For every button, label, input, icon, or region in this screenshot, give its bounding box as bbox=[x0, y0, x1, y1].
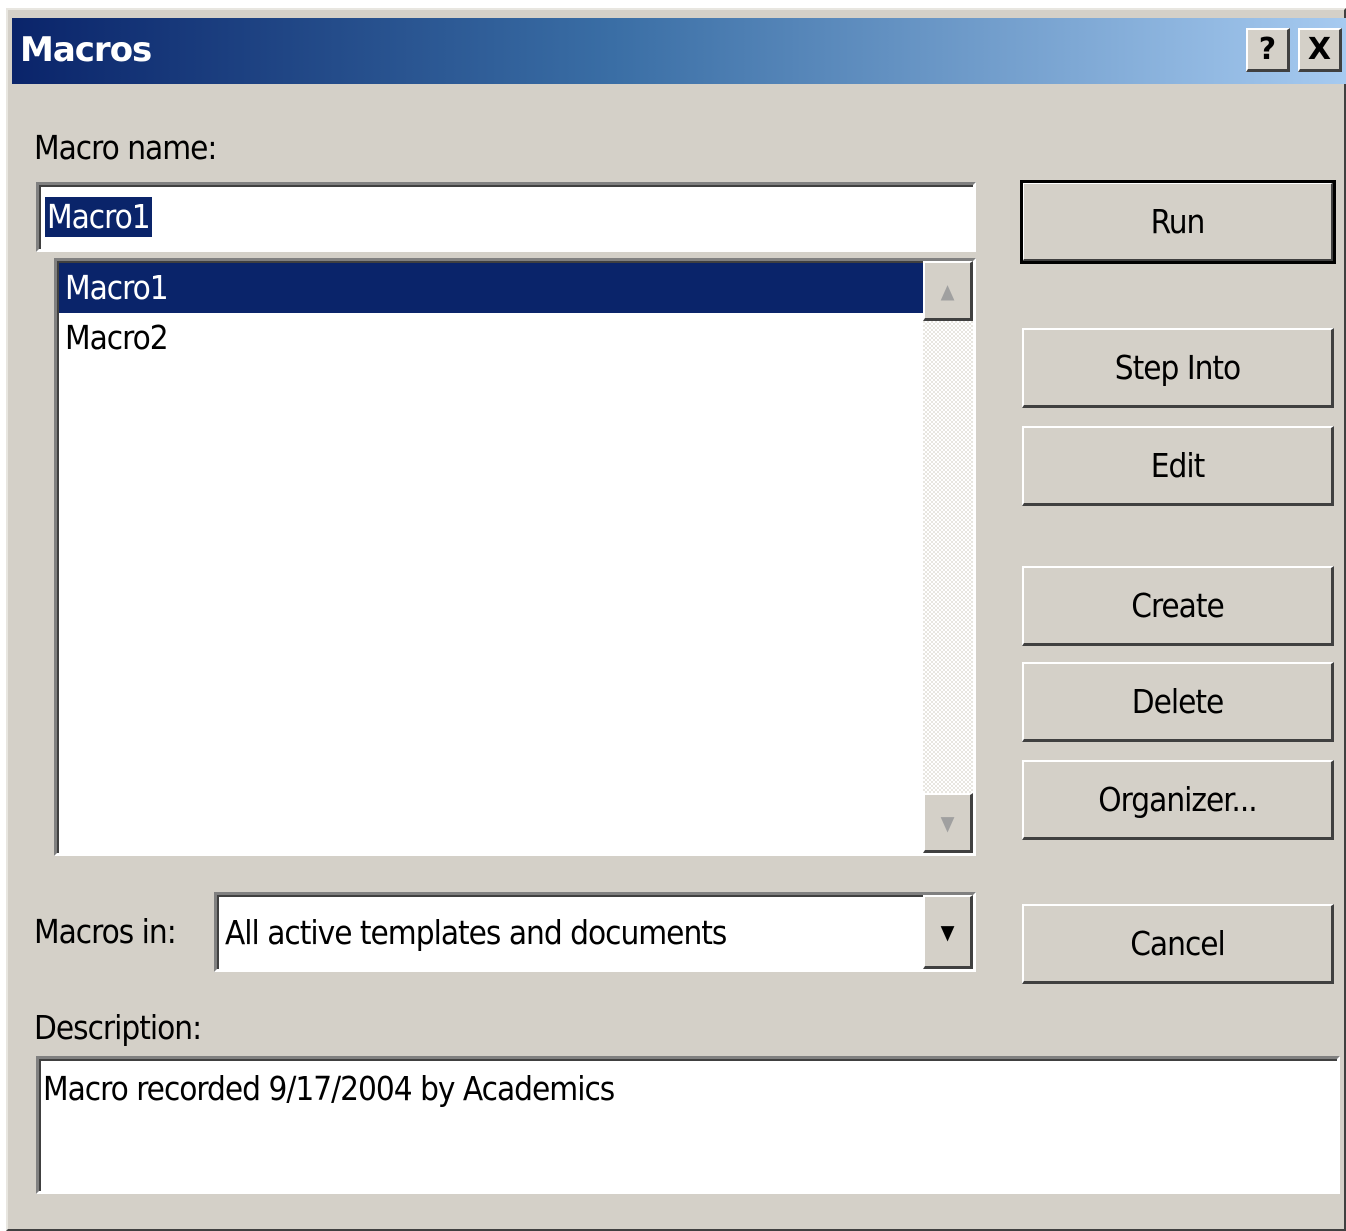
vertical-scrollbar[interactable]: ▲ ▼ bbox=[923, 261, 973, 853]
list-item[interactable]: Macro1 bbox=[59, 263, 923, 313]
macros-in-value: All active templates and documents bbox=[225, 913, 727, 952]
macro-name-label: Macro name: bbox=[34, 128, 217, 167]
delete-button[interactable]: Delete bbox=[1022, 662, 1334, 742]
description-label: Description: bbox=[34, 1008, 202, 1047]
list-item[interactable]: Macro2 bbox=[59, 313, 923, 363]
help-button[interactable]: ? bbox=[1246, 28, 1290, 72]
organizer-button[interactable]: Organizer... bbox=[1022, 760, 1334, 840]
arrow-down-icon[interactable]: ▼ bbox=[923, 793, 973, 853]
macros-in-select[interactable]: All active templates and documents ▼ bbox=[214, 892, 976, 972]
edit-button[interactable]: Edit bbox=[1022, 426, 1334, 506]
window-title: Macros bbox=[20, 30, 152, 70]
description-value: Macro recorded 9/17/2004 by Academics bbox=[43, 1069, 615, 1108]
chevron-down-icon[interactable]: ▼ bbox=[923, 895, 973, 969]
run-button[interactable]: Run bbox=[1020, 180, 1336, 264]
create-button[interactable]: Create bbox=[1022, 566, 1334, 646]
macros-in-label: Macros in: bbox=[34, 912, 177, 951]
description-field[interactable]: Macro recorded 9/17/2004 by Academics bbox=[36, 1056, 1340, 1194]
macro-list[interactable]: Macro1 Macro2 ▲ ▼ bbox=[54, 258, 976, 856]
macro-name-input[interactable]: Macro1 bbox=[36, 182, 976, 252]
cancel-button[interactable]: Cancel bbox=[1022, 904, 1334, 984]
close-button[interactable]: X bbox=[1298, 28, 1342, 72]
macro-name-value: Macro1 bbox=[45, 197, 152, 237]
title-bar[interactable] bbox=[12, 18, 1346, 84]
step-into-button[interactable]: Step Into bbox=[1022, 328, 1334, 408]
arrow-up-icon[interactable]: ▲ bbox=[923, 261, 973, 321]
